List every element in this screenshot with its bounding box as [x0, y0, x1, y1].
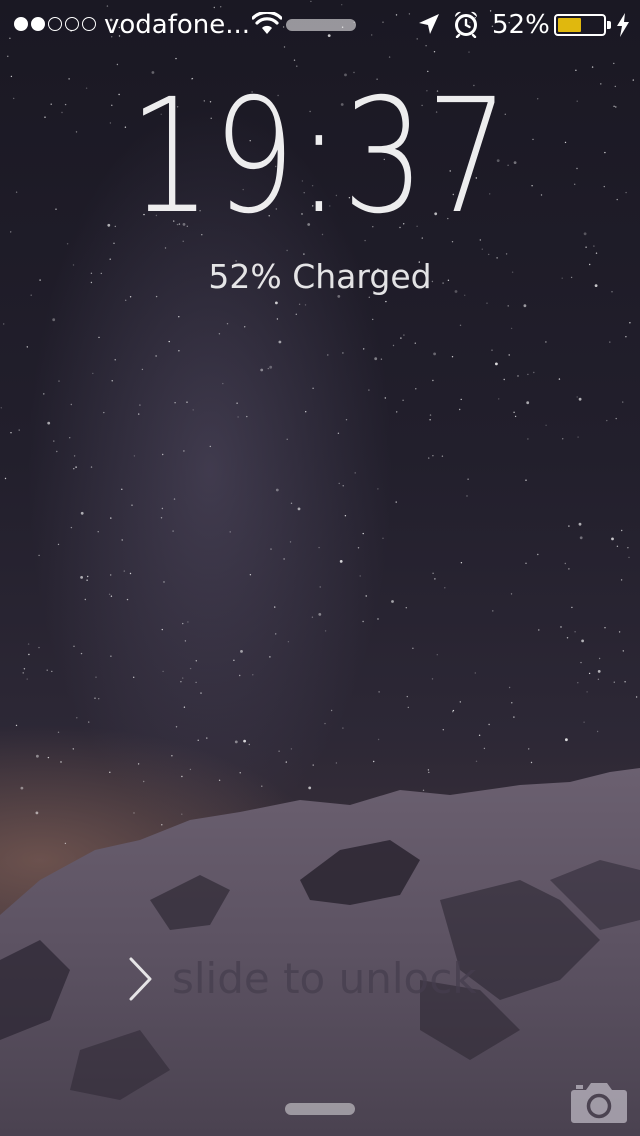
battery-icon — [554, 14, 606, 36]
location-arrow-icon — [419, 14, 439, 34]
signal-dot — [82, 17, 96, 31]
lock-screen-time: 19:37 — [0, 62, 640, 252]
control-center-grabber[interactable] — [285, 1103, 355, 1115]
signal-dot — [48, 17, 62, 31]
camera-icon[interactable] — [570, 1078, 628, 1124]
charging-bolt-icon — [617, 13, 629, 37]
signal-strength-indicator — [14, 17, 96, 31]
time-text: 19:37 — [129, 65, 511, 249]
chevron-right-icon — [129, 957, 152, 1001]
battery-percentage: 52% — [492, 10, 550, 40]
signal-dot — [65, 17, 79, 31]
notification-center-grabber[interactable] — [286, 19, 356, 31]
signal-dot — [14, 17, 28, 31]
charge-status: 52% Charged — [208, 257, 432, 296]
battery-level-fill — [558, 18, 581, 32]
signal-dot — [31, 17, 45, 31]
alarm-clock-icon — [454, 11, 478, 38]
slide-to-unlock-label: slide to unlock — [172, 954, 477, 1003]
status-bar: vodafone... 52% — [0, 0, 640, 48]
battery-cap — [607, 21, 611, 29]
lock-screen: vodafone... 52% 19:37 52% Charged slide … — [0, 0, 640, 1136]
slide-to-unlock-slider[interactable]: slide to unlock — [120, 948, 540, 1008]
carrier-name: vodafone... — [104, 10, 251, 40]
wifi-icon — [252, 12, 282, 34]
